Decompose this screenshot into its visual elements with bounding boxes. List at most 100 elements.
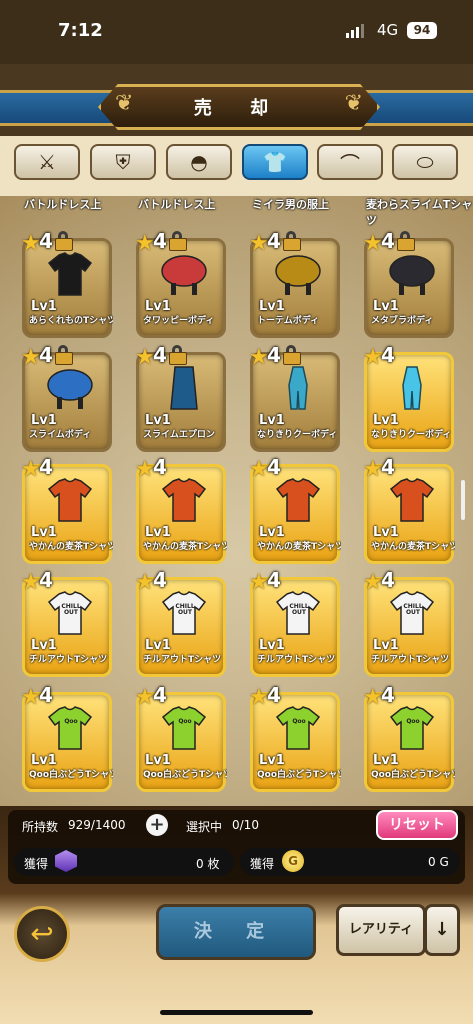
owned-value: 929/1400 bbox=[68, 818, 126, 832]
sort-rarity-button[interactable]: レアリティ bbox=[336, 904, 426, 956]
rarity-value: 4 bbox=[381, 229, 395, 253]
item-card[interactable]: ★ 4 Lv1 チルアウトTシャツ CHILL OUT bbox=[249, 568, 340, 677]
item-level: Lv1 bbox=[145, 413, 171, 428]
star-icon: ★ bbox=[135, 345, 155, 370]
star-icon: ★ bbox=[21, 345, 41, 370]
body-icon bbox=[47, 369, 93, 409]
home-indicator bbox=[160, 1010, 313, 1015]
tab-helmet[interactable]: ◓ bbox=[166, 144, 232, 180]
item-level: Lv1 bbox=[145, 299, 171, 314]
shirt-print-text: CHILL OUT bbox=[289, 603, 309, 616]
rarity-value: 4 bbox=[381, 568, 395, 592]
star-icon: ★ bbox=[363, 457, 383, 482]
page-title: 売 却 bbox=[193, 98, 285, 119]
rarity-value: 4 bbox=[381, 455, 395, 479]
item-card[interactable]: ★ 4 Lv1 やかんの麦茶Tシャツ bbox=[249, 455, 341, 564]
helmet-icon: ◓ bbox=[190, 150, 208, 174]
item-card[interactable]: ★ 4 Lv1 スライムボディ bbox=[21, 343, 112, 452]
ornament-left-icon: ❦ bbox=[115, 91, 134, 116]
gold-coin-icon: G bbox=[282, 850, 304, 872]
item-card[interactable]: ★ 4 Lv1 トーテムボディ bbox=[249, 229, 340, 338]
item-level: Lv1 bbox=[31, 638, 57, 653]
item-card[interactable]: ★ 4 Lv1 なりきりクーボディ bbox=[363, 343, 454, 452]
decide-button[interactable]: 決 定 bbox=[156, 904, 316, 960]
item-card[interactable]: ★ 4 Lv1 スライムエプロン bbox=[135, 343, 226, 452]
item-card[interactable]: ★ 4 Lv1 Qoo白ぶどうTシャツ Qoo bbox=[363, 683, 455, 792]
item-level: Lv1 bbox=[373, 638, 399, 653]
item-level: Lv1 bbox=[373, 525, 399, 540]
item-card[interactable]: ★ 4 Lv1 あらくれものTシャツ bbox=[21, 229, 113, 338]
item-name: タワッピーボディ bbox=[143, 316, 215, 326]
star-icon: ★ bbox=[363, 345, 383, 370]
back-button[interactable]: ↩ bbox=[14, 906, 70, 962]
tab-shirt[interactable]: 👕 bbox=[242, 144, 308, 180]
network-type: 4G bbox=[377, 21, 399, 39]
item-name: チルアウトTシャツ bbox=[29, 655, 108, 665]
item-name: チルアウトTシャツ bbox=[371, 655, 450, 665]
item-card[interactable]: ★ 4 Lv1 Qoo白ぶどうTシャツ Qoo bbox=[249, 683, 341, 792]
status-time: 7:12 bbox=[58, 20, 103, 41]
partial-item-name: バトルドレス上 bbox=[24, 198, 102, 211]
shirt-print-text: Qoo bbox=[178, 718, 192, 725]
item-card[interactable]: ★ 4 Lv1 Qoo白ぶどうTシャツ Qoo bbox=[135, 683, 227, 792]
lock-icon bbox=[283, 231, 301, 251]
gold-gain-label: 獲得 bbox=[250, 857, 275, 871]
item-card[interactable]: ★ 4 Lv1 チルアウトTシャツ CHILL OUT bbox=[363, 568, 454, 677]
item-name: スライムボディ bbox=[29, 430, 92, 440]
item-card[interactable]: ★ 4 Lv1 やかんの麦茶Tシャツ bbox=[363, 455, 455, 564]
shirt-icon bbox=[47, 478, 93, 522]
tab-pants[interactable]: ⌒ bbox=[317, 144, 383, 180]
lock-icon bbox=[55, 345, 73, 365]
star-icon: ★ bbox=[249, 685, 269, 710]
lock-icon bbox=[397, 231, 415, 251]
rarity-value: 4 bbox=[39, 683, 53, 707]
star-icon: ★ bbox=[249, 231, 269, 256]
item-card[interactable]: ★ 4 Lv1 タワッピーボディ bbox=[135, 229, 226, 338]
star-icon: ★ bbox=[135, 231, 155, 256]
expand-capacity-button[interactable]: + bbox=[146, 814, 168, 836]
rarity-value: 4 bbox=[153, 568, 167, 592]
lock-icon bbox=[169, 345, 187, 365]
sort-order-button[interactable]: ↓ bbox=[424, 904, 460, 956]
item-card[interactable]: ★ 4 Lv1 Qoo白ぶどうTシャツ Qoo bbox=[21, 683, 113, 792]
item-name: スライムエプロン bbox=[143, 430, 215, 440]
shirt-print-text: Qoo bbox=[64, 718, 78, 725]
item-name: なりきりクーボディ bbox=[371, 430, 452, 440]
star-icon: ★ bbox=[249, 345, 269, 370]
item-name: Qoo白ぶどうTシャツ bbox=[371, 770, 455, 780]
partial-item-name: バトルドレス上 bbox=[138, 198, 216, 211]
rarity-value: 4 bbox=[267, 229, 281, 253]
shirt-icon bbox=[389, 706, 435, 750]
item-level: Lv1 bbox=[373, 413, 399, 428]
item-name: チルアウトTシャツ bbox=[143, 655, 222, 665]
gold-gain-value: 0 G bbox=[428, 855, 449, 869]
rarity-value: 4 bbox=[267, 455, 281, 479]
reset-button[interactable]: リセット bbox=[376, 810, 458, 840]
shirt-icon bbox=[389, 478, 435, 522]
item-card[interactable]: ★ 4 Lv1 チルアウトTシャツ CHILL OUT bbox=[21, 568, 112, 677]
item-card[interactable]: ★ 4 Lv1 メタブラボディ bbox=[363, 229, 454, 338]
suit-icon bbox=[402, 366, 422, 410]
rarity-value: 4 bbox=[153, 455, 167, 479]
tab-sword[interactable]: ⚔ bbox=[14, 144, 80, 180]
item-level: Lv1 bbox=[259, 413, 285, 428]
body-icon bbox=[389, 255, 435, 295]
tab-shield[interactable]: ⛨ bbox=[90, 144, 156, 180]
item-level: Lv1 bbox=[259, 753, 285, 768]
star-icon: ★ bbox=[21, 457, 41, 482]
star-icon: ★ bbox=[135, 570, 155, 595]
lock-icon bbox=[55, 231, 73, 251]
tab-accessory[interactable]: ⬭ bbox=[392, 144, 458, 180]
item-level: Lv1 bbox=[259, 525, 285, 540]
shirt-print-text: CHILL OUT bbox=[175, 603, 195, 616]
partial-item-name: ミイラ男の服上 bbox=[252, 198, 329, 211]
item-card[interactable]: ★ 4 Lv1 やかんの麦茶Tシャツ bbox=[21, 455, 113, 564]
owned-label: 所持数 bbox=[22, 820, 59, 834]
rarity-value: 4 bbox=[153, 683, 167, 707]
item-card[interactable]: ★ 4 Lv1 やかんの麦茶Tシャツ bbox=[135, 455, 227, 564]
item-card[interactable]: ★ 4 Lv1 なりきりクーボディ bbox=[249, 343, 340, 452]
rarity-value: 4 bbox=[39, 455, 53, 479]
item-name: やかんの麦茶Tシャツ bbox=[143, 542, 227, 552]
scrollbar[interactable] bbox=[461, 480, 465, 520]
item-card[interactable]: ★ 4 Lv1 チルアウトTシャツ CHILL OUT bbox=[135, 568, 226, 677]
